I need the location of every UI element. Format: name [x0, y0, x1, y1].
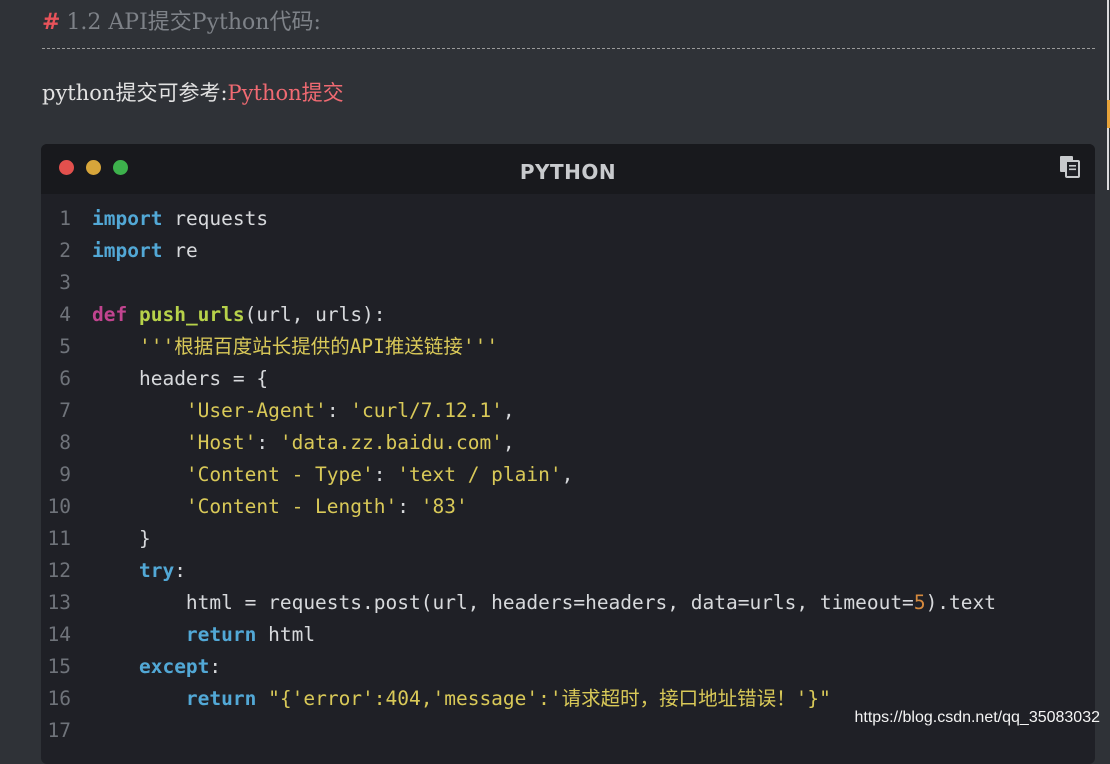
code-line: 8 'Host': 'data.zz.baidu.com', — [41, 427, 1095, 459]
line-number: 10 — [47, 495, 71, 518]
line-number: 4 — [59, 303, 71, 326]
line-number: 8 — [59, 431, 71, 454]
code-header: PYTHON — [41, 144, 1095, 194]
code-block: PYTHON 1 import requests 2 import re 3 4 de… — [41, 144, 1095, 764]
code-line: 3 — [41, 267, 1095, 299]
code-line: 13 html = requests.post(url, headers=hea… — [41, 587, 1095, 619]
line-number: 3 — [59, 271, 71, 294]
section-heading: #1.2 API提交Python代码: — [42, 6, 1095, 49]
code-line: 11 } — [41, 523, 1095, 555]
copy-icon[interactable] — [1059, 155, 1081, 179]
heading-anchor[interactable]: # — [42, 9, 60, 35]
scrollbar-track[interactable] — [1107, 0, 1109, 190]
code-line: 2 import re — [41, 235, 1095, 267]
watermark-url: https://blog.csdn.net/qq_35083032 — [854, 709, 1100, 726]
line-number: 2 — [59, 239, 71, 262]
line-number: 12 — [47, 559, 71, 582]
line-number: 7 — [59, 399, 71, 422]
code-line: 12 try: — [41, 555, 1095, 587]
code-language-label: PYTHON — [519, 160, 617, 184]
code-line: 6 headers = { — [41, 363, 1095, 395]
line-number: 13 — [47, 591, 71, 614]
code-line: 7 'User-Agent': 'curl/7.12.1', — [41, 395, 1095, 427]
reference-paragraph: python提交可参考:Python提交 — [42, 78, 344, 108]
line-number: 5 — [59, 335, 71, 358]
line-number: 14 — [47, 623, 71, 646]
line-number: 16 — [47, 687, 71, 710]
line-number: 11 — [47, 527, 71, 550]
code-line: 9 'Content - Type': 'text / plain', — [41, 459, 1095, 491]
line-number: 9 — [59, 463, 71, 486]
line-number: 15 — [47, 655, 71, 678]
code-line: 14 return html — [41, 619, 1095, 651]
code-content[interactable]: 1 import requests 2 import re 3 4 def push_… — [41, 203, 1095, 747]
code-line: 10 'Content - Length': '83' — [41, 491, 1095, 523]
line-number: 1 — [59, 207, 71, 230]
code-line: 15 except: — [41, 651, 1095, 683]
line-number: 17 — [47, 719, 71, 742]
code-line: 4 def push_urls(url, urls): — [41, 299, 1095, 331]
code-line: 5 '''根据百度站长提供的API推送链接''' — [41, 331, 1095, 363]
code-line: 1 import requests — [41, 203, 1095, 235]
line-number: 6 — [59, 367, 71, 390]
heading-text: 1.2 API提交Python代码: — [66, 10, 321, 35]
reference-prefix: python提交可参考: — [42, 81, 228, 105]
python-submit-link[interactable]: Python提交 — [228, 81, 344, 105]
